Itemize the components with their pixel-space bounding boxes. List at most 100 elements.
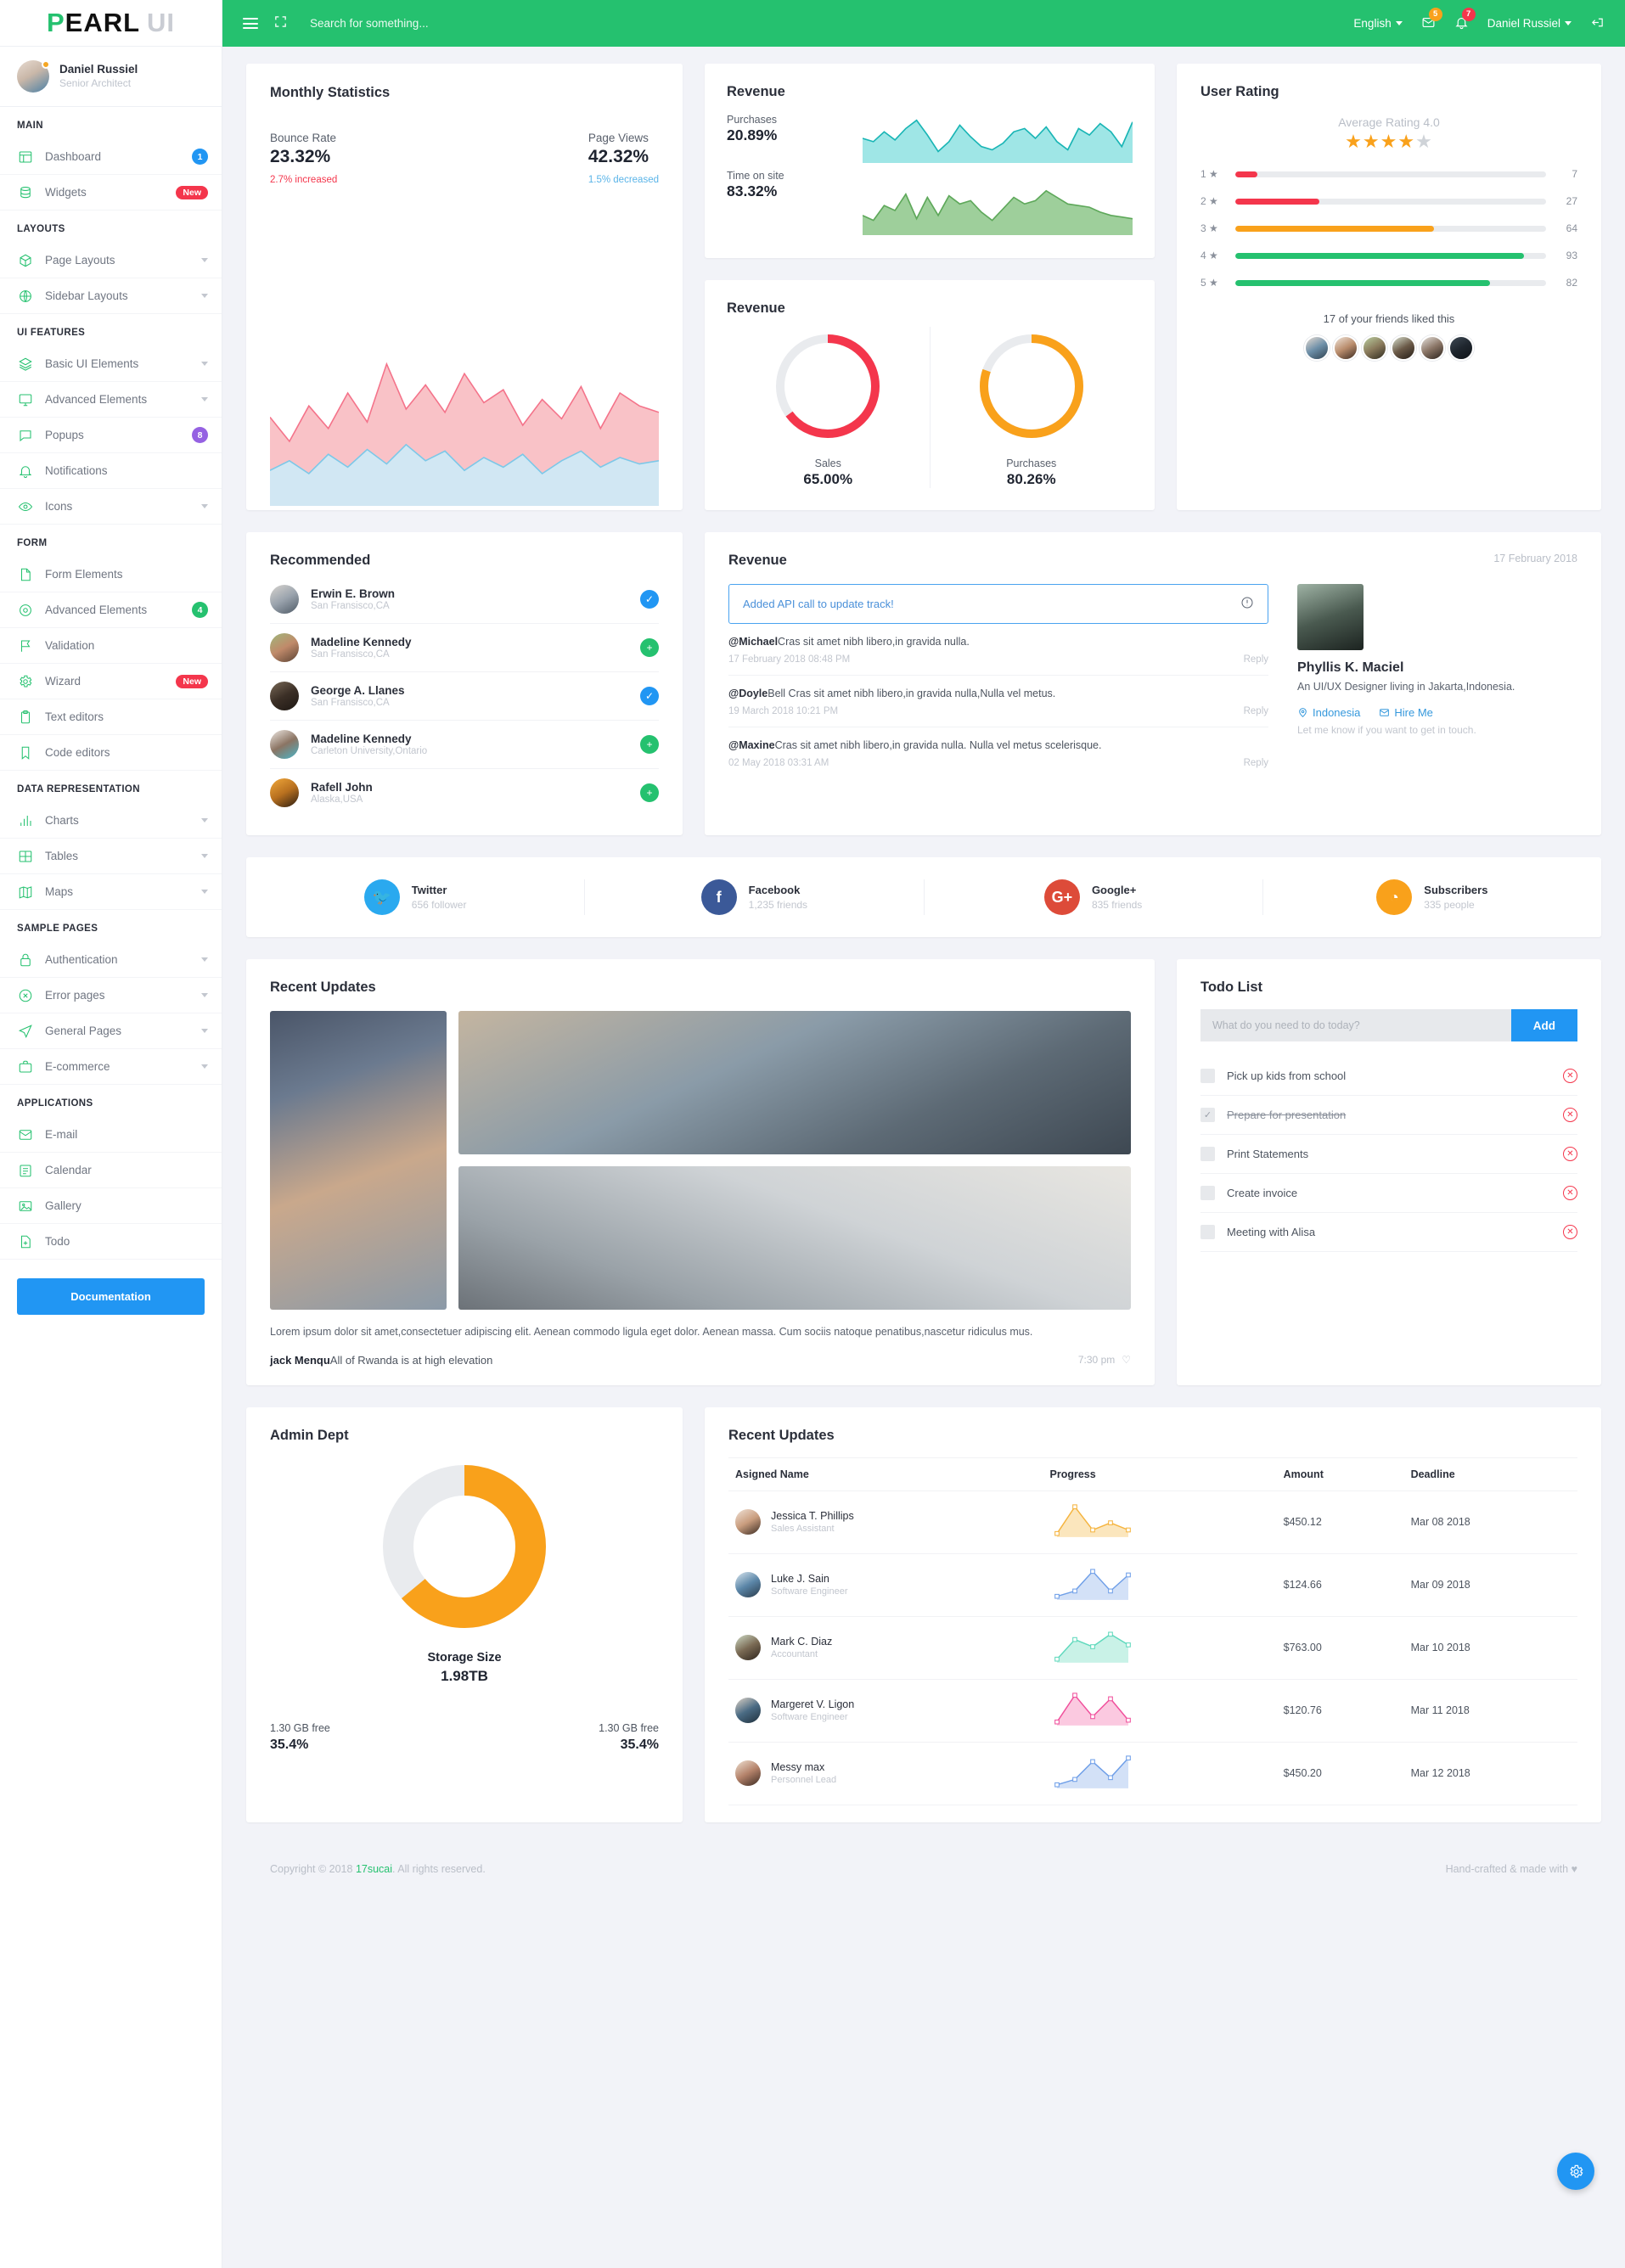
sidebar-item-calendar[interactable]: Calendar (0, 1153, 222, 1188)
sidebar-item-advanced-elements[interactable]: Advanced Elements 4 (0, 592, 222, 628)
sidebar-item-validation[interactable]: Validation (0, 628, 222, 664)
table-row[interactable]: Mark C. Diaz Accountant $763.00 Mar 10 2… (728, 1616, 1577, 1680)
sidebar-item-authentication[interactable]: Authentication (0, 942, 222, 978)
avatar (17, 60, 50, 93)
api-alert[interactable]: Added API call to update track! (728, 584, 1268, 624)
footer-link[interactable]: 17sucai (356, 1863, 392, 1875)
list-item[interactable]: Rafell John Alaska,USA + (270, 769, 659, 817)
sidebar-item-advanced-elements[interactable]: Advanced Elements (0, 382, 222, 418)
sidebar-profile[interactable]: Daniel Russiel Senior Architect (0, 47, 222, 107)
fullscreen-icon[interactable] (273, 14, 288, 33)
avatar (1391, 335, 1416, 361)
brand-logo[interactable]: P EARL UI (0, 0, 222, 47)
star-icon: ★ (1380, 131, 1398, 152)
sidebar-item-charts[interactable]: Charts (0, 803, 222, 839)
sidebar-item-e-mail[interactable]: E-mail (0, 1117, 222, 1153)
delete-icon[interactable]: ✕ (1563, 1186, 1577, 1200)
language-selector[interactable]: English (1353, 17, 1403, 30)
sidebar-item-sidebar-layouts[interactable]: Sidebar Layouts (0, 278, 222, 314)
rating-row-label: 4 ★ (1200, 250, 1218, 261)
sidebar-item-notifications[interactable]: Notifications (0, 453, 222, 489)
sidebar-badge: 4 (192, 602, 208, 618)
sidebar-item-page-layouts[interactable]: Page Layouts (0, 243, 222, 278)
storage-label: Storage Size (427, 1650, 502, 1665)
bell-icon[interactable]: 7 (1454, 7, 1476, 32)
todo-checkbox[interactable]: ✓ (1200, 1108, 1215, 1122)
table-row[interactable]: Luke J. Sain Software Engineer $124.66 M… (728, 1553, 1577, 1617)
table-row[interactable]: Margeret V. Ligon Software Engineer $120… (728, 1679, 1577, 1743)
todo-input[interactable] (1200, 1009, 1511, 1041)
sidebar-item-text-editors[interactable]: Text editors (0, 699, 222, 735)
delete-icon[interactable]: ✕ (1563, 1225, 1577, 1239)
todo-checkbox[interactable] (1200, 1069, 1215, 1083)
media-image-small-2[interactable] (458, 1166, 1131, 1310)
plus-icon[interactable]: + (640, 638, 659, 657)
plus-icon[interactable]: + (640, 735, 659, 754)
mail-icon[interactable]: 5 (1421, 7, 1442, 32)
check-icon[interactable]: ✓ (640, 590, 659, 609)
todo-checkbox[interactable] (1200, 1147, 1215, 1161)
sidebar-item-gallery[interactable]: Gallery (0, 1188, 222, 1224)
reply-link[interactable]: Reply (1244, 758, 1268, 768)
star-icon: ★ (1345, 131, 1363, 152)
sidebar-item-popups[interactable]: Popups 8 (0, 418, 222, 453)
sidebar-item-dashboard[interactable]: Dashboard 1 (0, 139, 222, 175)
person-location-link[interactable]: Indonesia (1297, 706, 1360, 719)
media-image-large[interactable] (270, 1011, 447, 1310)
reply-link[interactable]: Reply (1244, 706, 1268, 716)
heart-icon[interactable]: ♡ (1122, 1354, 1131, 1366)
check-icon[interactable]: ✓ (640, 687, 659, 705)
sidebar-item-label: Calendar (45, 1164, 92, 1176)
todo-checkbox[interactable] (1200, 1186, 1215, 1200)
logout-icon[interactable] (1590, 15, 1605, 32)
media-image-small-1[interactable] (458, 1011, 1131, 1154)
list-item[interactable]: Madeline Kennedy San Fransisco,CA + (270, 624, 659, 672)
sidebar-item-code-editors[interactable]: Code editors (0, 735, 222, 771)
sidebar-item-error-pages[interactable]: Error pages (0, 978, 222, 1013)
table-row[interactable]: Jessica T. Phillips Sales Assistant $450… (728, 1490, 1577, 1554)
sidebar-item-icons[interactable]: Icons (0, 489, 222, 525)
info-icon[interactable] (1240, 596, 1254, 612)
revenue-donut-card: Revenue Sales 65.00% Purchases 80.26% (705, 280, 1155, 510)
sidebar-item-e-commerce[interactable]: E-commerce (0, 1049, 222, 1085)
sidebar-item-maps[interactable]: Maps (0, 874, 222, 910)
friends-avatars (1200, 335, 1577, 361)
search-input[interactable]: Search for something... (310, 17, 1338, 30)
sidebar-item-todo[interactable]: Todo (0, 1224, 222, 1260)
todo-add-button[interactable]: Add (1510, 1009, 1577, 1041)
reply-link[interactable]: Reply (1244, 654, 1268, 665)
settings-fab-button[interactable] (1557, 2153, 1594, 2190)
sidebar-item-general-pages[interactable]: General Pages (0, 1013, 222, 1049)
sidebar-item-basic-ui-elements[interactable]: Basic UI Elements (0, 346, 222, 382)
list-item[interactable]: Madeline Kennedy Carleton University,Ont… (270, 721, 659, 769)
documentation-button[interactable]: Documentation (17, 1278, 205, 1315)
list-item[interactable]: George A. Llanes San Fransisco,CA ✓ (270, 672, 659, 721)
sidebar-item-wizard[interactable]: Wizard New (0, 664, 222, 699)
delete-icon[interactable]: ✕ (1563, 1147, 1577, 1161)
eye-icon (17, 498, 33, 514)
plus-icon[interactable]: + (640, 783, 659, 802)
cell-progress (1043, 1616, 1277, 1680)
monthly-statistics-values: Bounce Rate 23.32% 2.7% increased Page V… (270, 132, 659, 185)
sidebar: P EARL UI Daniel Russiel Senior Architect … (0, 0, 222, 2268)
chevron-down-icon (201, 258, 208, 262)
sidebar-item-widgets[interactable]: Widgets New (0, 175, 222, 211)
todo-checkbox[interactable] (1200, 1225, 1215, 1239)
list-item[interactable]: Erwin E. Brown San Fransisco,CA ✓ (270, 575, 659, 624)
person-description: An UI/UX Designer living in Jakarta,Indo… (1297, 681, 1515, 693)
bounce-rate-delta: 2.7% increased (270, 175, 338, 185)
user-menu[interactable]: Daniel Russiel (1487, 17, 1572, 30)
hamburger-icon[interactable] (243, 15, 258, 32)
donut-purchases-chart (979, 334, 1083, 438)
social-stat[interactable]: G+ Google+ 835 friends (923, 879, 1262, 915)
social-stat[interactable]: 🐦 Twitter 656 follower (246, 879, 584, 915)
table-row[interactable]: Messy max Personnel Lead $450.20 Mar 12 … (728, 1742, 1577, 1805)
sidebar-item-tables[interactable]: Tables (0, 839, 222, 874)
delete-icon[interactable]: ✕ (1563, 1069, 1577, 1083)
cell-name: Margeret V. Ligon Software Engineer (728, 1679, 1043, 1743)
hire-me-link[interactable]: Hire Me (1379, 706, 1433, 719)
social-stat[interactable]: f Facebook 1,235 friends (584, 879, 923, 915)
social-stat[interactable]: ◔ Subscribers 335 people (1262, 879, 1601, 915)
sidebar-item-form-elements[interactable]: Form Elements (0, 557, 222, 592)
delete-icon[interactable]: ✕ (1563, 1108, 1577, 1122)
